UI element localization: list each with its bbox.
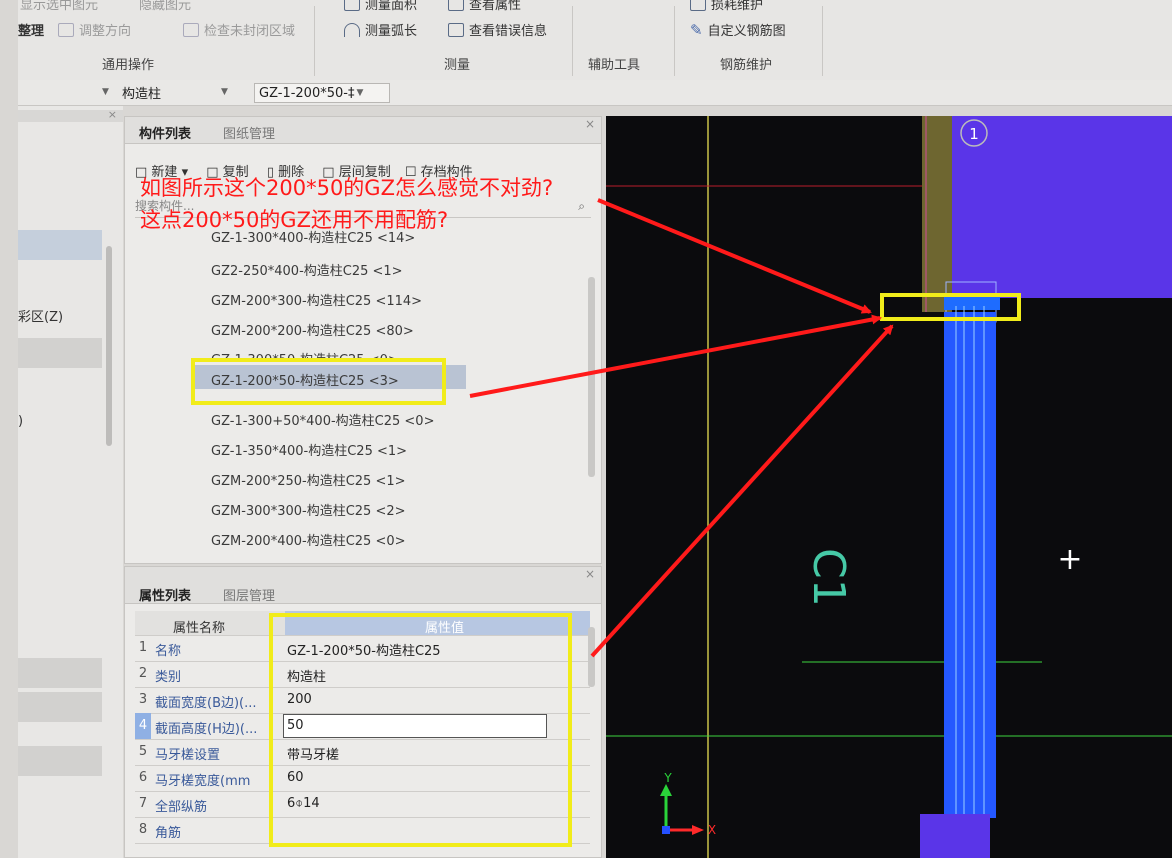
arrow-from-list [469,314,882,398]
arrow-from-properties [590,324,894,658]
annotation-arrows [469,198,894,658]
arrow-from-question [597,198,872,314]
